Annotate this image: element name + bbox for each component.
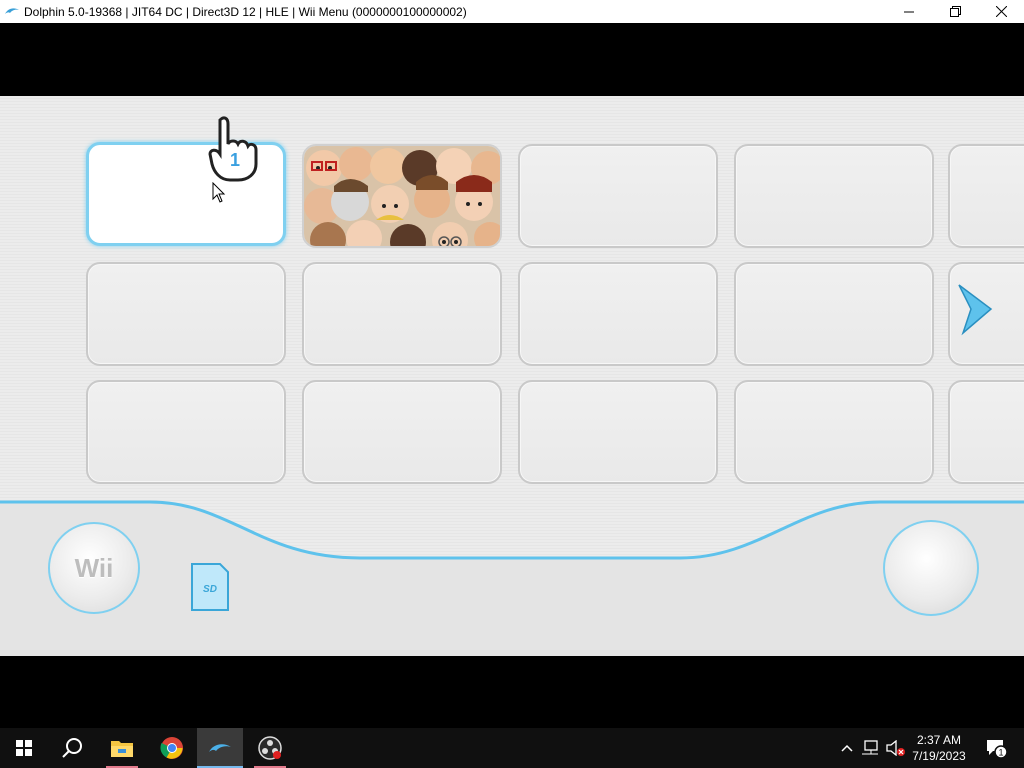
empty-channel[interactable] <box>734 380 934 484</box>
wii-button-label: Wii <box>74 552 114 583</box>
chrome-icon <box>160 737 183 759</box>
network-button[interactable] <box>858 728 882 768</box>
window-title: Dolphin 5.0-19368 | JIT64 DC | Direct3D … <box>24 4 467 19</box>
close-button[interactable] <box>978 0 1024 23</box>
close-icon <box>995 6 1007 17</box>
chevron-right-icon[interactable] <box>955 281 995 337</box>
letterbox-top <box>0 23 1024 96</box>
empty-channel[interactable] <box>518 144 718 248</box>
maximize-icon <box>949 6 961 17</box>
mii-channel[interactable] <box>302 144 502 248</box>
empty-channel[interactable] <box>302 380 502 484</box>
empty-channel[interactable] <box>86 380 286 484</box>
empty-channel[interactable] <box>86 262 286 366</box>
notification-icon: 1 <box>987 740 1007 758</box>
sd-card-icon[interactable]: SD <box>190 562 230 612</box>
volume-muted-icon <box>886 740 905 756</box>
dolphin-icon <box>209 744 231 752</box>
clock[interactable]: 2:37 AM 7/19/2023 <box>908 728 970 768</box>
mouse-pointer-icon <box>212 182 226 203</box>
empty-channel[interactable] <box>948 380 1024 484</box>
sd-card-label: SD <box>203 584 217 595</box>
chevron-up-icon <box>841 744 853 752</box>
windows-start-icon <box>16 740 32 756</box>
dolphin-icon <box>5 7 19 14</box>
letterbox-bottom <box>0 656 1024 728</box>
wii-menu-screen[interactable]: Wii SD 1 <box>0 96 1024 656</box>
minimize-button[interactable] <box>886 0 932 23</box>
mii-faces-image <box>304 146 500 246</box>
taskbar-dolphin[interactable] <box>197 728 243 768</box>
notification-count: 1 <box>998 748 1003 758</box>
search-icon <box>62 738 82 758</box>
wii-pointer-hand-icon: 1 <box>208 116 258 182</box>
empty-channel[interactable] <box>734 144 934 248</box>
empty-channel[interactable] <box>734 262 934 366</box>
show-hidden-icons-button[interactable] <box>836 728 858 768</box>
empty-channel[interactable] <box>948 144 1024 248</box>
player-number: 1 <box>230 150 240 170</box>
volume-button[interactable] <box>882 728 908 768</box>
action-center-button[interactable]: 1 <box>976 728 1016 768</box>
wii-button[interactable]: Wii <box>48 522 140 614</box>
window-title-bar[interactable]: Dolphin 5.0-19368 | JIT64 DC | Direct3D … <box>0 0 1024 23</box>
minimize-icon <box>904 11 914 12</box>
empty-channel[interactable] <box>518 380 718 484</box>
search-button[interactable] <box>48 728 96 768</box>
bottom-bar <box>0 500 1024 656</box>
wii-message-board-button[interactable] <box>883 520 979 616</box>
empty-channel[interactable] <box>302 262 502 366</box>
file-explorer-icon <box>111 741 133 757</box>
clock-time: 2:37 AM <box>916 733 962 747</box>
taskbar-obs[interactable] <box>246 728 294 768</box>
network-icon <box>862 740 878 755</box>
start-button[interactable] <box>0 728 48 768</box>
obs-icon <box>258 736 282 760</box>
taskbar-file-explorer[interactable] <box>98 728 146 768</box>
taskbar-chrome[interactable] <box>148 728 196 768</box>
clock-date: 7/19/2023 <box>912 749 966 763</box>
windows-taskbar: 2:37 AM 7/19/2023 1 <box>0 728 1024 768</box>
empty-channel[interactable] <box>518 262 718 366</box>
maximize-button[interactable] <box>932 0 978 23</box>
